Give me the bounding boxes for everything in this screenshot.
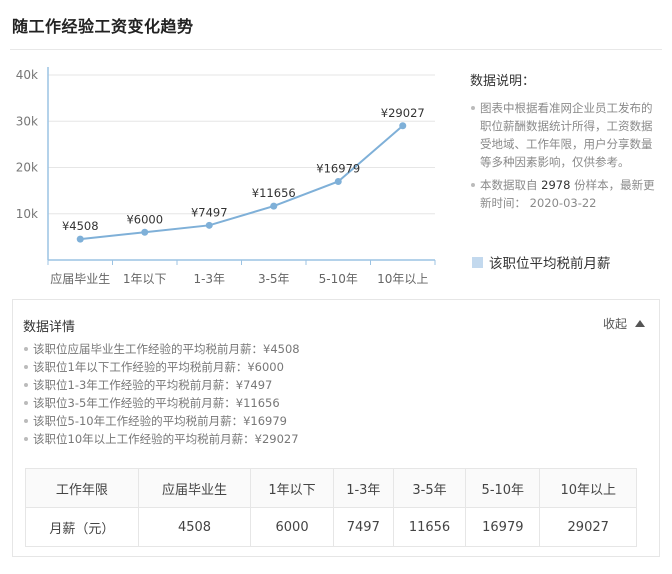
data-label: ¥29027 bbox=[381, 106, 425, 120]
table-header-cell: 1-3年 bbox=[332, 468, 394, 508]
table-cell: 6000 bbox=[250, 507, 334, 547]
data-label: ¥11656 bbox=[252, 186, 296, 200]
table-header-row: 工作年限 应届毕业生 1年以下 1-3年 3-5年 5-10年 10年以上 bbox=[25, 468, 637, 508]
table-header-cell: 3-5年 bbox=[392, 468, 467, 508]
data-detail-heading: 数据详情 bbox=[23, 320, 76, 335]
y-tick-label: 10k bbox=[16, 207, 38, 221]
caret-up-icon bbox=[635, 320, 645, 327]
table-header-cell: 5-10年 bbox=[465, 468, 541, 508]
x-tick-label: 1-3年 bbox=[193, 272, 225, 286]
y-tick-label: 20k bbox=[16, 161, 38, 175]
series-legend: 该职位平均税前月薪 bbox=[472, 252, 611, 272]
detail-item: 该职位应届毕业生工作经验的平均税前月薪：¥4508 bbox=[23, 340, 300, 358]
data-point bbox=[399, 122, 407, 130]
table-row: 月薪（元） 4508 6000 7497 11656 16979 29027 bbox=[25, 507, 637, 547]
table-cell: 29027 bbox=[539, 507, 637, 547]
sample-text-before: 本数据取自 bbox=[480, 178, 542, 192]
data-note-sample: 本数据取自 2978 份样本，最新更新时间： 2020-03-22 bbox=[470, 176, 660, 212]
x-tick-label: 5-10年 bbox=[319, 272, 358, 286]
y-tick-label: 30k bbox=[16, 114, 38, 128]
data-detail-list: 该职位应届毕业生工作经验的平均税前月薪：¥4508 该职位1年以下工作经验的平均… bbox=[23, 340, 300, 448]
table-header-cell: 1年以下 bbox=[250, 468, 334, 508]
table-header-cell: 10年以上 bbox=[539, 468, 637, 508]
data-note-source: 图表中根据看准网企业员工发布的职位薪酬数据统计所得，工资数据受地域、工作年限，用… bbox=[470, 99, 660, 171]
detail-item: 该职位5-10年工作经验的平均税前月薪：¥16979 bbox=[23, 412, 300, 430]
collapse-label: 收起 bbox=[602, 317, 627, 331]
sample-count: 2978 bbox=[541, 178, 571, 192]
data-notes-panel: 数据说明： 图表中根据看准网企业员工发布的职位薪酬数据统计所得，工资数据受地域、… bbox=[470, 70, 660, 217]
data-label: ¥6000 bbox=[126, 212, 163, 226]
collapse-button[interactable]: 收起 bbox=[603, 315, 645, 332]
table-cell: 月薪（元） bbox=[25, 507, 139, 547]
y-tick-label: 40k bbox=[16, 68, 38, 82]
x-tick-label: 10年以上 bbox=[377, 272, 428, 286]
data-notes-heading: 数据说明： bbox=[470, 74, 536, 89]
table-cell: 7497 bbox=[332, 507, 394, 547]
title-divider bbox=[10, 49, 662, 50]
data-point bbox=[205, 221, 213, 229]
detail-item: 该职位1-3年工作经验的平均税前月薪：¥7497 bbox=[23, 376, 300, 394]
series-legend-label: 该职位平均税前月薪 bbox=[489, 256, 611, 272]
table-cell: 16979 bbox=[465, 507, 541, 547]
table-cell: 4508 bbox=[137, 507, 252, 547]
data-detail-panel: 数据详情 收起 该职位应届毕业生工作经验的平均税前月薪：¥4508 该职位1年以… bbox=[12, 299, 660, 557]
salary-trend-chart: 10k20k30k40k应届毕业生 1年以下 1-3年 3-5年 5-10年 10年以上 … bbox=[16, 67, 436, 286]
x-tick-label: 1年以下 bbox=[123, 272, 167, 286]
x-tick-label: 应届毕业生 bbox=[50, 271, 110, 286]
table-cell: 11656 bbox=[392, 507, 467, 547]
table-header-cell: 工作年限 bbox=[25, 468, 139, 508]
series-swatch bbox=[472, 256, 483, 268]
page-title: 随工作经验工资变化趋势 bbox=[12, 17, 194, 36]
detail-item: 该职位3-5年工作经验的平均税前月薪：¥11656 bbox=[23, 394, 300, 412]
data-label: ¥16979 bbox=[316, 161, 360, 175]
data-notes-list: 图表中根据看准网企业员工发布的职位薪酬数据统计所得，工资数据受地域、工作年限，用… bbox=[470, 99, 660, 212]
detail-item: 该职位10年以上工作经验的平均税前月薪：¥29027 bbox=[23, 430, 300, 448]
salary-table: 工作年限 应届毕业生 1年以下 1-3年 3-5年 5-10年 10年以上 月薪… bbox=[25, 468, 637, 547]
data-point bbox=[270, 202, 278, 210]
x-tick-label: 3-5年 bbox=[258, 272, 290, 286]
data-point bbox=[76, 235, 84, 243]
detail-item: 该职位1年以下工作经验的平均税前月薪：¥6000 bbox=[23, 358, 300, 376]
data-point bbox=[141, 228, 149, 236]
data-point bbox=[334, 177, 342, 185]
data-label: ¥7497 bbox=[191, 205, 228, 219]
table-header-cell: 应届毕业生 bbox=[137, 468, 252, 508]
data-label: ¥4508 bbox=[62, 219, 99, 233]
